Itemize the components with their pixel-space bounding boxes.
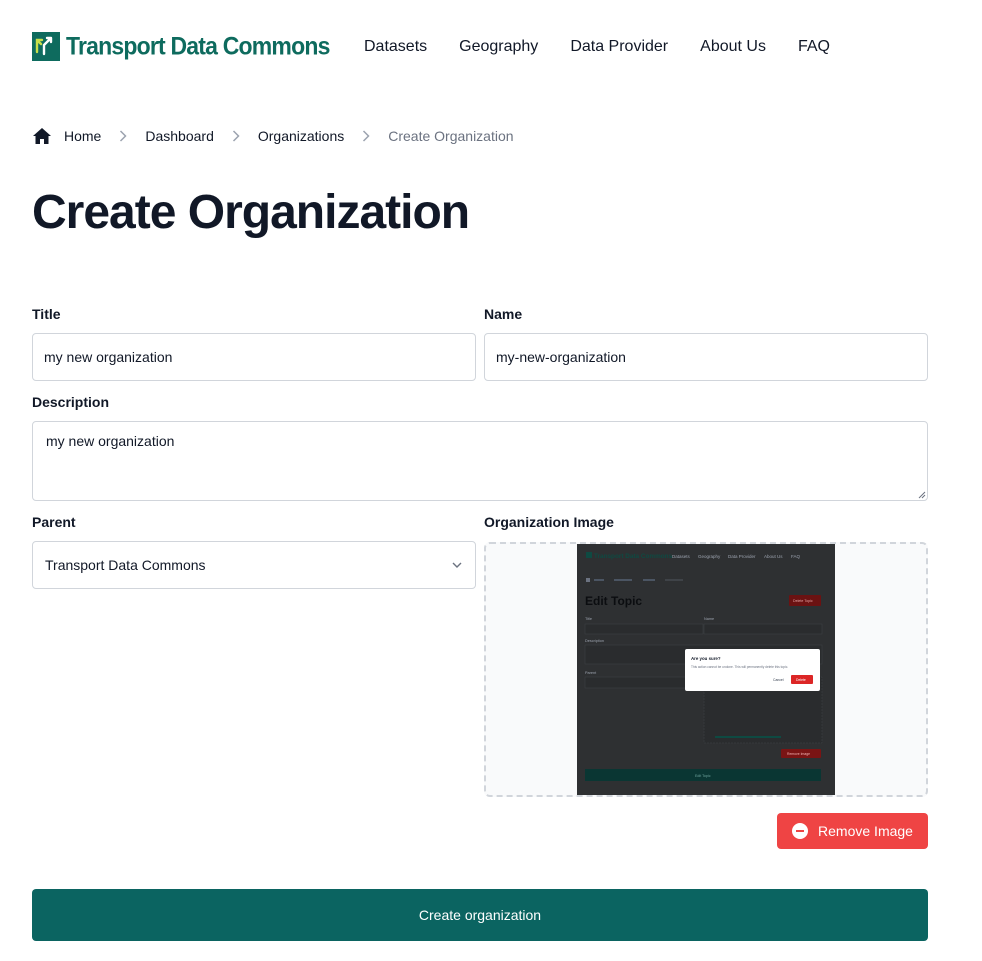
preview-brand: Transport Data Commons xyxy=(594,553,673,560)
nav-faq[interactable]: FAQ xyxy=(798,38,830,56)
site-logo[interactable]: Transport Data Commons xyxy=(32,31,330,61)
chevron-right-icon xyxy=(360,126,372,146)
chevron-right-icon xyxy=(117,126,129,146)
preview-title-label: Title xyxy=(585,617,592,621)
logo-arrows-icon xyxy=(32,31,60,61)
breadcrumb: Home Dashboard Organizations Create Orga… xyxy=(32,126,514,146)
preview-title: Edit Topic xyxy=(585,594,642,608)
parent-label: Parent xyxy=(32,514,76,530)
preview-delete-button: Delete Topic xyxy=(793,599,813,603)
preview-remove-button: Remove Image xyxy=(787,752,810,756)
preview-description-label: Description xyxy=(585,639,604,643)
breadcrumb-home[interactable]: Home xyxy=(64,128,101,144)
logo-text: Transport Data Commons xyxy=(66,31,330,60)
home-icon[interactable] xyxy=(32,126,52,146)
minus-circle-icon xyxy=(792,823,809,839)
nav-about-us[interactable]: About Us xyxy=(700,38,766,56)
create-organization-button[interactable]: Create organization xyxy=(32,889,928,941)
remove-image-label: Remove Image xyxy=(818,823,913,839)
preview-nav-datasets: Datasets xyxy=(672,554,691,559)
preview-nav-provider: Data Provider xyxy=(728,554,756,559)
breadcrumb-organizations[interactable]: Organizations xyxy=(258,128,344,144)
name-input[interactable] xyxy=(484,333,928,381)
breadcrumb-current: Create Organization xyxy=(388,128,514,144)
resize-handle-icon[interactable] xyxy=(918,491,926,499)
preview-modal-text: This action cannot be undone. This will … xyxy=(691,665,788,669)
nav-datasets[interactable]: Datasets xyxy=(364,38,427,56)
preview-name-label: Name xyxy=(704,617,714,621)
title-input[interactable] xyxy=(32,333,476,381)
nav-geography[interactable]: Geography xyxy=(459,38,538,56)
preview-confirm-button: Delete xyxy=(796,678,806,682)
preview-parent-label: Parent xyxy=(585,671,597,675)
page-title: Create Organization xyxy=(32,186,470,239)
chevron-right-icon xyxy=(230,126,242,146)
description-wrapper: my new organization xyxy=(32,421,928,501)
preview-nav-geography: Geography xyxy=(698,554,721,559)
preview-cancel-button: Cancel xyxy=(773,678,784,682)
site-header: Transport Data Commons xyxy=(32,30,330,62)
organization-image-label: Organization Image xyxy=(484,514,614,530)
preview-nav-faq: FAQ xyxy=(791,554,801,559)
image-preview: Transport Data Commons Datasets Geograph… xyxy=(577,544,835,795)
parent-selected-value: Transport Data Commons xyxy=(45,557,206,573)
description-textarea[interactable]: my new organization xyxy=(32,421,928,501)
parent-select[interactable]: Transport Data Commons xyxy=(32,541,476,589)
remove-image-button[interactable]: Remove Image xyxy=(777,813,928,849)
image-dropzone[interactable]: Transport Data Commons Datasets Geograph… xyxy=(484,542,928,797)
main-nav: Datasets Geography Data Provider About U… xyxy=(364,38,830,56)
chevron-down-icon xyxy=(451,561,463,569)
preview-nav-about: About Us xyxy=(764,554,783,559)
nav-data-provider[interactable]: Data Provider xyxy=(570,38,668,56)
title-label: Title xyxy=(32,306,61,322)
breadcrumb-dashboard[interactable]: Dashboard xyxy=(145,128,214,144)
preview-modal-title: Are you sure? xyxy=(691,656,721,661)
name-label: Name xyxy=(484,306,523,322)
preview-save-button: Edit Topic xyxy=(695,774,711,778)
description-label: Description xyxy=(32,394,110,410)
